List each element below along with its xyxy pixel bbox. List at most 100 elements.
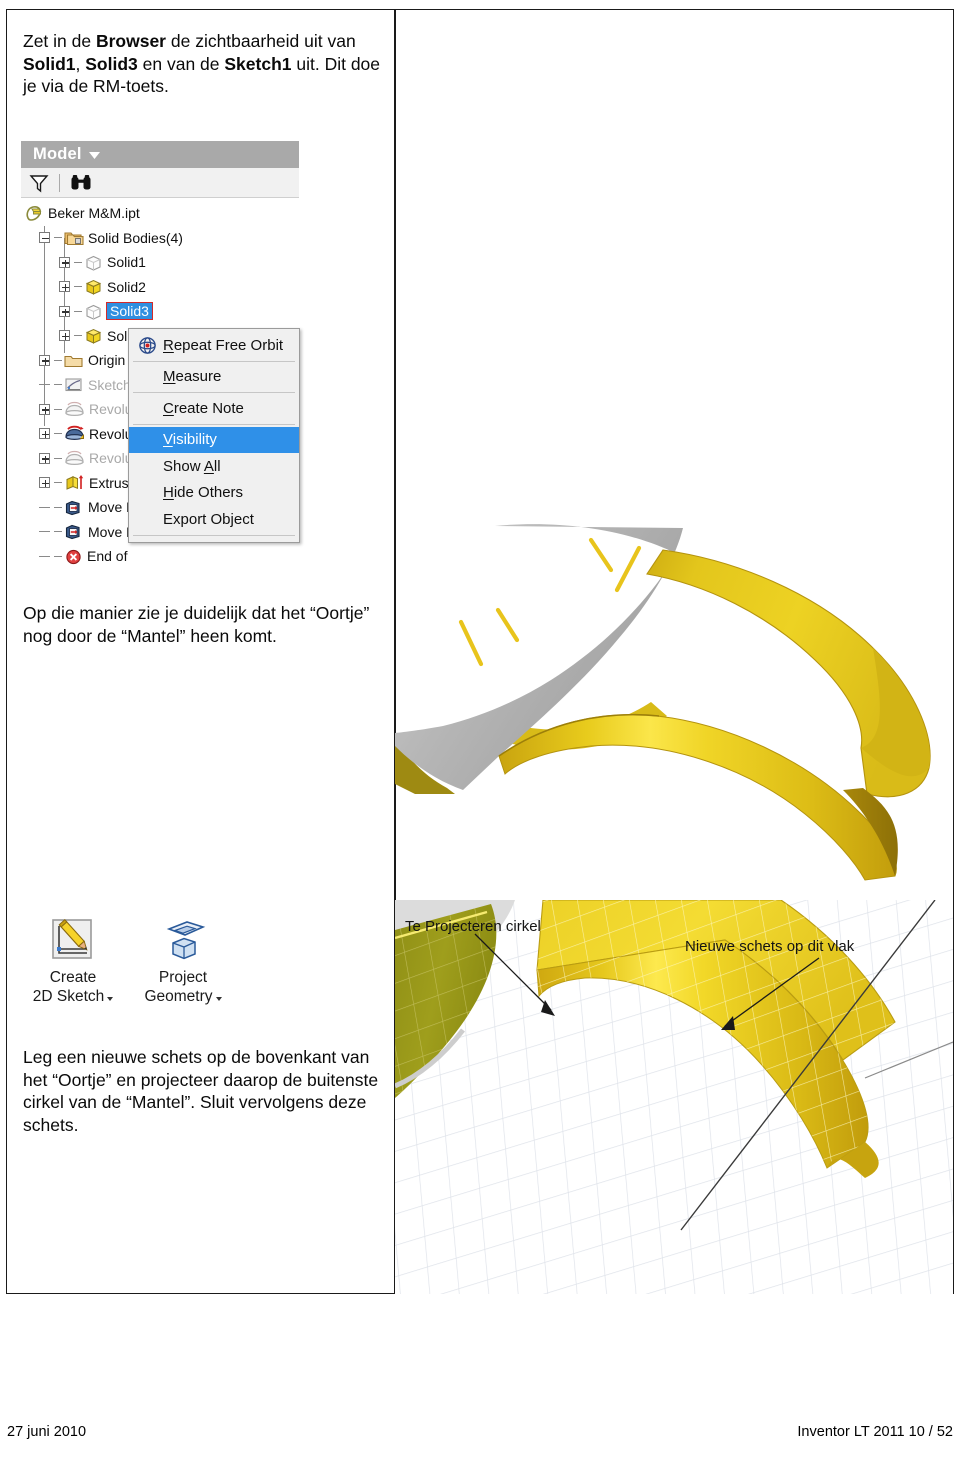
solid-hidden-icon: [86, 255, 101, 271]
expand-toggle[interactable]: [39, 403, 50, 415]
create-2d-sketch-button[interactable]: Create 2D Sketch: [23, 912, 123, 1006]
move-face-icon: [65, 525, 80, 540]
solid-hidden-icon: [86, 304, 101, 320]
chevron-down-icon[interactable]: [107, 997, 114, 1001]
part-document-icon: [26, 205, 42, 221]
expand-toggle[interactable]: [39, 428, 50, 440]
model-browser-titlebar[interactable]: Model: [21, 141, 299, 168]
menu-item-label: Repeat Free Orbit: [163, 336, 284, 354]
menu-item-hide-others[interactable]: Hide Others: [129, 480, 299, 507]
tree-connector-dash: [54, 531, 62, 533]
table-column-left: Zet in de Browser de zichtbaarheid uit v…: [7, 10, 394, 1293]
menu-item-repeat-free-orbit[interactable]: Repeat Free Orbit: [129, 332, 299, 359]
menu-item-label: Create Note: [163, 399, 244, 417]
chevron-down-icon[interactable]: [215, 997, 222, 1001]
instruction-paragraph-lower: Leg een nieuwe schets op de bovenkant va…: [23, 1046, 383, 1136]
tree-item-label: Origin: [88, 352, 126, 369]
tree-connector-dash: [39, 384, 50, 386]
oortje-through-streak: [495, 607, 520, 643]
tree-connector-dash: [54, 384, 62, 386]
emphasis-text: Browser: [95, 31, 166, 51]
revolve-dim-icon: [65, 450, 84, 465]
tree-connector-dash: [54, 457, 62, 459]
tree-item-solid-bodies[interactable]: Solid Bodies(4): [21, 226, 299, 251]
menu-item-label: Show All: [163, 457, 221, 475]
tree-connector-dash: [74, 286, 82, 288]
expand-toggle[interactable]: [39, 354, 50, 366]
model-browser-title-label: Model: [33, 145, 82, 163]
emphasis-text: Sketch1: [224, 53, 292, 74]
menu-separator: [133, 360, 295, 362]
tree-connector-dash: [74, 335, 82, 337]
origin-folder-icon: [64, 355, 83, 367]
tree-item-solid3[interactable]: Solid3: [21, 299, 299, 324]
tree-connector-dash: [54, 359, 62, 361]
menu-item-measure[interactable]: Measure: [129, 364, 299, 391]
emphasis-text: Solid3: [85, 53, 138, 74]
menu-item-visibility[interactable]: Visibility: [129, 426, 299, 453]
collapse-toggle[interactable]: [39, 232, 50, 244]
tree-connector-dash: [39, 506, 50, 508]
button-label-line1: Project: [158, 969, 208, 986]
expand-toggle[interactable]: [59, 305, 70, 317]
tree-connector-dash: [54, 237, 62, 239]
tree-connector-dash: [54, 408, 62, 410]
menu-item-export-object[interactable]: Export Object: [129, 506, 299, 533]
shaded-model-viewport: [395, 488, 953, 888]
annotation-nieuwe-schets-op-dit-vlak: Nieuwe schets op dit vlak: [685, 938, 855, 955]
expand-toggle[interactable]: [59, 256, 70, 268]
tree-item-end-of-part[interactable]: End of: [21, 544, 299, 569]
emphasis-text: Solid1: [23, 53, 76, 74]
binoculars-icon[interactable]: [70, 174, 92, 192]
filter-funnel-icon[interactable]: [29, 173, 49, 193]
folder-bodies-icon: [64, 232, 84, 246]
tree-item-label-selected: Solid3: [106, 302, 153, 321]
button-label-line1: Create: [49, 969, 97, 986]
expand-toggle[interactable]: [39, 477, 50, 489]
toolbar-separator: [59, 173, 60, 192]
body-text: ,: [75, 53, 86, 74]
tree-item-label: Beker M&M.ipt: [48, 205, 140, 222]
menu-item-create-note[interactable]: Create Note: [129, 395, 299, 422]
tree-connector-dash: [54, 506, 62, 508]
chevron-down-icon[interactable]: [88, 149, 101, 162]
tree-item-solid2[interactable]: Solid2: [21, 275, 299, 300]
tree-item-label: Revolu: [89, 425, 133, 442]
project-geometry-icon: [157, 912, 209, 968]
tree-item-label: Extrusi: [89, 474, 132, 491]
sketch-icon: [65, 378, 82, 392]
button-label-line2-row: 2D Sketch: [33, 987, 114, 1006]
end-of-part-icon: [66, 549, 81, 564]
tree-item-document[interactable]: Beker M&M.ipt: [21, 201, 299, 226]
tree-connector-dash: [54, 433, 62, 435]
tree-connector-dash: [54, 555, 62, 557]
tree-item-label: Solid2: [107, 278, 146, 295]
tree-connector-dash: [74, 310, 82, 312]
project-geometry-button[interactable]: Project Geometry: [133, 912, 233, 1006]
tree-connector-dash: [39, 531, 50, 533]
extrude-icon: [66, 475, 84, 490]
table-column-right: Te Projecteren cirkel Nieuwe schets op d…: [395, 10, 953, 1294]
tree-item-solid1[interactable]: Solid1: [21, 250, 299, 275]
model-browser-toolbar: [21, 168, 299, 198]
menu-separator: [133, 392, 295, 393]
menu-item-show-all[interactable]: Show All: [129, 453, 299, 480]
menu-item-label: Visibility: [163, 431, 217, 449]
expand-toggle[interactable]: [39, 452, 50, 464]
body-text: de zichtbaarheid uit van: [166, 31, 356, 51]
create-2d-sketch-icon: [47, 912, 99, 968]
oortje-through-streak: [458, 619, 484, 667]
revolve-dim-icon: [65, 401, 84, 416]
tree-connector-dash: [39, 555, 50, 557]
body-text: Leg een nieuwe schets op de bovenkant va…: [23, 1047, 379, 1135]
page-footer: 27 juni 2010 Inventor LT 2011 10 / 52: [0, 1424, 960, 1454]
page-root: Zet in de Browser de zichtbaarheid uit v…: [0, 0, 960, 1464]
button-label-line2-row: Geometry: [144, 987, 222, 1006]
solid-visible-icon: [85, 329, 102, 345]
menu-item-label: Hide Others: [163, 484, 244, 502]
expand-toggle[interactable]: [59, 330, 70, 342]
expand-toggle[interactable]: [59, 281, 70, 293]
button-label-line2: 2D Sketch: [32, 988, 105, 1005]
oortje-inner-face: [498, 714, 897, 881]
menu-separator: [133, 423, 295, 425]
